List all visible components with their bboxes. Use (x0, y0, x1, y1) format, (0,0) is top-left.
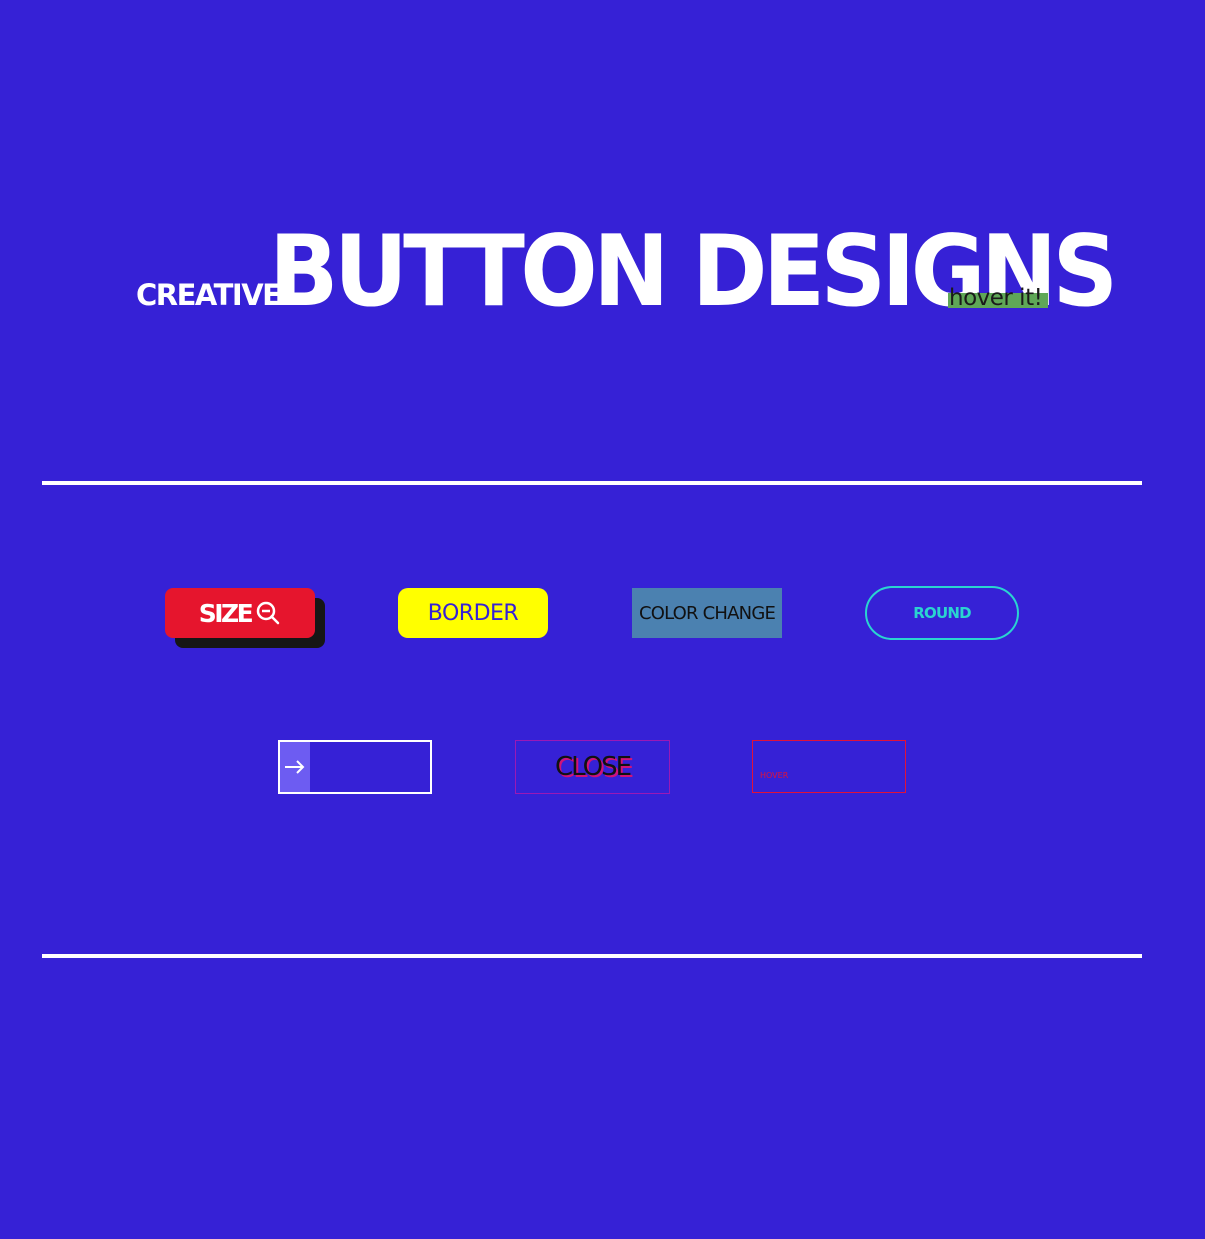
color-change-button-label: COLOR CHANGE (638, 602, 776, 624)
hover-button[interactable]: HOVER (752, 740, 906, 793)
close-button-label: CLOSE (554, 752, 632, 782)
size-button[interactable]: SIZE (165, 588, 315, 638)
arrow-button[interactable] (278, 740, 432, 794)
close-button[interactable]: CLOSE (515, 740, 670, 794)
zoom-out-icon (255, 600, 281, 626)
border-button[interactable]: BORDER (398, 588, 548, 638)
bottom-divider (42, 954, 1142, 958)
heading-prefix: CREATIVE (136, 278, 282, 312)
color-change-button[interactable]: COLOR CHANGE (632, 588, 782, 638)
page-heading: CREATIVE BUTTON DESIGNS hover it! (0, 0, 1205, 400)
hover-button-label: HOVER (760, 771, 789, 780)
round-button-label: ROUND (913, 604, 971, 622)
arrow-right-icon (280, 742, 310, 792)
top-divider (42, 481, 1142, 485)
border-button-label: BORDER (427, 600, 519, 626)
hover-hint: hover it! (949, 285, 1043, 311)
size-button-label: SIZE (198, 598, 254, 628)
round-button[interactable]: ROUND (865, 586, 1019, 640)
